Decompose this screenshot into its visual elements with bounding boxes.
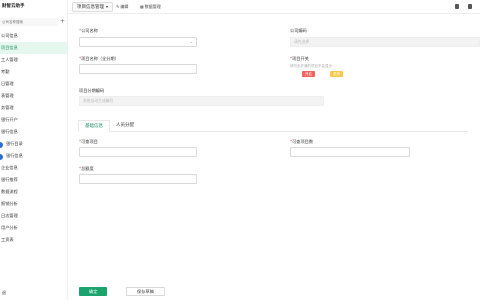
sidebar-item-label: 报销分析 xyxy=(1,201,18,206)
chevron-down-icon: ▾ xyxy=(106,4,109,9)
notification-icon[interactable] xyxy=(455,4,459,9)
sidebar-item[interactable]: 报销分析 xyxy=(0,198,67,210)
sidebar-item-label: 项目信息 xyxy=(1,45,18,50)
field3-input[interactable] xyxy=(79,174,197,184)
company-code-field: 请先选择 xyxy=(290,37,480,47)
company-name-label: *公司名称 xyxy=(79,28,98,33)
sidebar-search-input[interactable] xyxy=(0,18,58,26)
sidebar-item-label: 工资表 xyxy=(1,237,14,242)
sidebar-item-active[interactable]: 项目信息 xyxy=(0,42,67,54)
sidebar-item[interactable]: 企业信息 xyxy=(0,162,67,174)
grid-icon: ▦ xyxy=(140,4,144,9)
confirm-button[interactable]: 确定 xyxy=(79,287,108,296)
tab-basic-info[interactable]: 基础信息 xyxy=(78,120,110,132)
company-code-label: 公司编码 xyxy=(290,28,307,33)
sidebar-item[interactable]: 考勤 xyxy=(0,66,67,78)
field2-input[interactable] xyxy=(290,147,410,157)
switch-off-tag[interactable]: 关闭 xyxy=(330,71,343,77)
sidebar-item-label: 务管理 xyxy=(1,105,14,110)
main-form: *公司名称 ⌄ 公司编码 请先选择 *项目名称（全分期） *项目开关 请勿未开通… xyxy=(68,14,480,300)
sidebar-item[interactable]: 银行推荐 xyxy=(0,174,67,186)
sidebar-search-row: + xyxy=(0,18,67,26)
sidebar-item[interactable]: 务管理 xyxy=(0,102,67,114)
company-name-select[interactable]: ⌄ xyxy=(79,37,197,47)
logout-link[interactable]: 退 xyxy=(2,290,6,296)
sidebar-item-label: 数据流程 xyxy=(1,189,18,194)
sidebar-item-label: 日管理 xyxy=(1,81,14,86)
sidebar-item-label: 银行开户 xyxy=(1,117,18,122)
project-code-field: 系统自动生成编号 xyxy=(79,96,324,106)
sidebar-item[interactable]: 用户分析 xyxy=(0,222,67,234)
user-icon[interactable] xyxy=(468,4,472,9)
project-name-input[interactable] xyxy=(79,64,197,74)
sidebar-item-label: 表管理 xyxy=(1,93,14,98)
sidebar-item-label: 银行信息 xyxy=(1,129,18,134)
project-switch-hint: 请勿未开通的项目不会显示 xyxy=(290,64,332,68)
edit-button[interactable]: ✎编辑 xyxy=(116,3,128,11)
brand-title: 财智云助手 xyxy=(2,4,25,9)
sidebar-item-label: 日志管理 xyxy=(1,213,18,218)
field1-input[interactable] xyxy=(79,147,197,157)
field3-label: *总额度 xyxy=(79,166,94,171)
sidebar-item[interactable]: 工人管理 xyxy=(0,54,67,66)
sub-tabs: 基础信息 人员分配 xyxy=(78,118,468,132)
sidebar-item-label: 银行信息 xyxy=(6,153,23,158)
sidebar-item[interactable]: 银行信息 xyxy=(0,126,67,138)
page-tab[interactable]: 项目信息管理 ▾ xyxy=(72,2,114,12)
avatar-dot-icon xyxy=(0,153,3,160)
project-code-label: 项目分期编码 xyxy=(79,88,105,93)
sidebar-item-label: 企业信息 xyxy=(1,165,18,170)
sidebar-item[interactable]: 公司信息 xyxy=(0,30,67,42)
avatar-dot-icon xyxy=(0,141,3,148)
page-tab-label: 项目信息管理 xyxy=(77,5,104,10)
data-manage-label: 数据管理 xyxy=(144,4,161,9)
topbar: 项目信息管理 ▾ ✎编辑 ▦数据管理 xyxy=(68,0,480,14)
sidebar-item[interactable]: 银行目录 xyxy=(0,138,67,150)
edit-button-label: 编辑 xyxy=(120,4,129,9)
chevron-down-icon: ⌄ xyxy=(189,39,193,44)
sidebar-item[interactable]: 银行信息 xyxy=(0,150,67,162)
switch-on-tag[interactable]: 开启 xyxy=(302,71,315,77)
data-manage-button[interactable]: ▦数据管理 xyxy=(140,3,161,11)
sidebar: 财智云助手 + 公司信息 项目信息 工人管理 考勤 日管理 表管理 务管理 银行… xyxy=(0,0,68,300)
tab-personnel[interactable]: 人员分配 xyxy=(110,120,140,132)
sidebar-item-label: 工人管理 xyxy=(1,57,18,62)
sidebar-item-label: 银行推荐 xyxy=(1,177,18,182)
project-name-label: *项目名称（全分期） xyxy=(79,56,119,61)
sidebar-item[interactable]: 日志管理 xyxy=(0,210,67,222)
sidebar-item-label: 公司信息 xyxy=(1,33,18,38)
project-switch-label: *项目开关 xyxy=(290,56,309,61)
sidebar-item-label: 银行目录 xyxy=(6,141,23,146)
sidebar-item[interactable]: 银行开户 xyxy=(0,114,67,126)
sidebar-list: 公司信息 项目信息 工人管理 考勤 日管理 表管理 务管理 银行开户 银行信息 … xyxy=(0,30,67,246)
sidebar-item-label: 用户分析 xyxy=(1,225,18,230)
pencil-icon: ✎ xyxy=(116,4,120,9)
save-draft-button[interactable]: 保存草稿 xyxy=(126,287,165,296)
field1-label: *可查项目 xyxy=(79,139,98,144)
sidebar-item[interactable]: 日管理 xyxy=(0,78,67,90)
sidebar-item[interactable]: 工资表 xyxy=(0,234,67,246)
sidebar-item[interactable]: 数据流程 xyxy=(0,186,67,198)
sidebar-item-label: 考勤 xyxy=(1,69,10,74)
sidebar-item[interactable]: 表管理 xyxy=(0,90,67,102)
field2-label: *可查项目数 xyxy=(290,139,314,144)
add-icon[interactable]: + xyxy=(60,18,65,25)
